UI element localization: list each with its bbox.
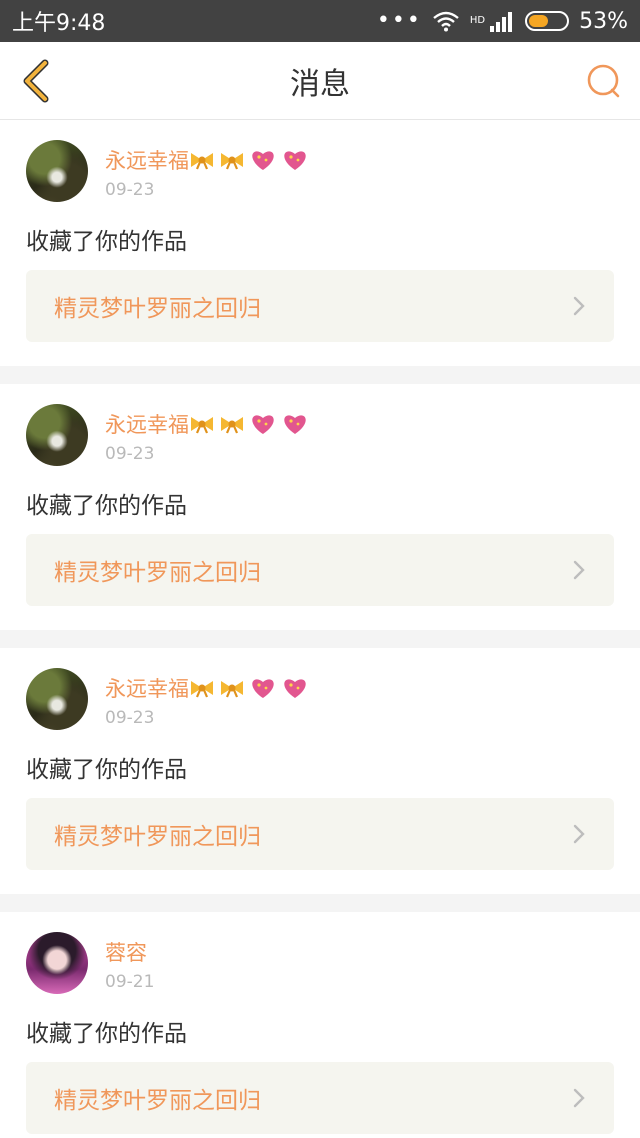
more-dots-icon: ••• (376, 8, 422, 33)
avatar[interactable] (26, 404, 88, 466)
network-label: HD (469, 14, 486, 26)
message-card: 永远幸福 09-23 收藏了你的作品 精灵梦叶罗丽之回归 (0, 648, 640, 894)
user-name[interactable]: 蓉容 (105, 937, 147, 967)
message-action: 收藏了你的作品 (26, 757, 187, 783)
avatar[interactable] (26, 668, 88, 730)
signal-icon (490, 12, 513, 32)
chevron-left-icon (23, 59, 49, 103)
heart-emoji-icon (284, 415, 306, 434)
work-title: 精灵梦叶罗丽之回归 (54, 1088, 261, 1114)
work-title: 精灵梦叶罗丽之回归 (54, 296, 261, 322)
bow-emoji-icon (191, 681, 213, 698)
message-action: 收藏了你的作品 (26, 229, 187, 255)
user-row: 永远幸福 (105, 674, 309, 702)
chevron-right-icon (573, 824, 585, 844)
bow-emoji-icon (221, 153, 243, 170)
message-meta: 蓉容 09-21 (105, 932, 154, 992)
chevron-right-icon (573, 296, 585, 316)
search-icon (587, 64, 620, 98)
message-header: 蓉容 09-21 (26, 932, 614, 994)
badge-list (189, 412, 309, 436)
message-date: 09-23 (105, 708, 155, 728)
status-bar: 上午9:48 ••• HD 53% (0, 0, 640, 42)
work-title: 精灵梦叶罗丽之回归 (54, 824, 261, 850)
message-date: 09-23 (105, 180, 155, 200)
message-header: 永远幸福 09-23 (26, 668, 614, 730)
avatar[interactable] (26, 140, 88, 202)
message-list: 永远幸福 09-23 收藏了你的作品 精灵梦叶罗丽之回归 永远幸福 09-23 … (0, 120, 640, 1138)
bow-emoji-icon (221, 681, 243, 698)
message-header: 永远幸福 09-23 (26, 404, 614, 466)
message-meta: 永远幸福 09-23 (105, 140, 309, 200)
badge-list (189, 676, 309, 700)
nav-bar: 消息 (0, 42, 640, 120)
bow-emoji-icon (191, 153, 213, 170)
user-row: 蓉容 (105, 938, 154, 966)
message-meta: 永远幸福 09-23 (105, 404, 309, 464)
work-link[interactable]: 精灵梦叶罗丽之回归 (26, 534, 614, 606)
work-link[interactable]: 精灵梦叶罗丽之回归 (26, 1062, 614, 1134)
heart-emoji-icon (252, 151, 274, 170)
badge-list (189, 148, 309, 172)
status-icons: ••• HD 53% (377, 9, 628, 34)
battery-percent: 53% (579, 8, 628, 34)
chevron-right-icon (573, 560, 585, 580)
user-name[interactable]: 永远幸福 (105, 673, 189, 703)
avatar[interactable] (26, 932, 88, 994)
bow-emoji-icon (191, 417, 213, 434)
message-card: 永远幸福 09-23 收藏了你的作品 精灵梦叶罗丽之回归 (0, 120, 640, 366)
status-time: 上午9:48 (12, 11, 106, 36)
message-action: 收藏了你的作品 (26, 493, 187, 519)
heart-emoji-icon (252, 679, 274, 698)
message-card: 蓉容 09-21 收藏了你的作品 精灵梦叶罗丽之回归 (0, 912, 640, 1138)
work-link[interactable]: 精灵梦叶罗丽之回归 (26, 798, 614, 870)
user-row: 永远幸福 (105, 146, 309, 174)
work-link[interactable]: 精灵梦叶罗丽之回归 (26, 270, 614, 342)
battery-icon (525, 11, 570, 31)
page-title: 消息 (290, 66, 350, 102)
message-header: 永远幸福 09-23 (26, 140, 614, 202)
bow-emoji-icon (221, 417, 243, 434)
user-name[interactable]: 永远幸福 (105, 145, 189, 175)
message-date: 09-21 (105, 972, 155, 992)
chevron-right-icon (573, 1088, 585, 1108)
message-meta: 永远幸福 09-23 (105, 668, 309, 728)
wifi-icon (433, 11, 459, 32)
user-row: 永远幸福 (105, 410, 309, 438)
heart-emoji-icon (284, 679, 306, 698)
battery-fill (529, 15, 549, 27)
search-button[interactable] (584, 60, 624, 102)
heart-emoji-icon (284, 151, 306, 170)
back-button[interactable] (16, 58, 56, 104)
message-card: 永远幸福 09-23 收藏了你的作品 精灵梦叶罗丽之回归 (0, 384, 640, 630)
heart-emoji-icon (252, 415, 274, 434)
message-action: 收藏了你的作品 (26, 1021, 187, 1047)
user-name[interactable]: 永远幸福 (105, 409, 189, 439)
message-date: 09-23 (105, 444, 155, 464)
work-title: 精灵梦叶罗丽之回归 (54, 560, 261, 586)
